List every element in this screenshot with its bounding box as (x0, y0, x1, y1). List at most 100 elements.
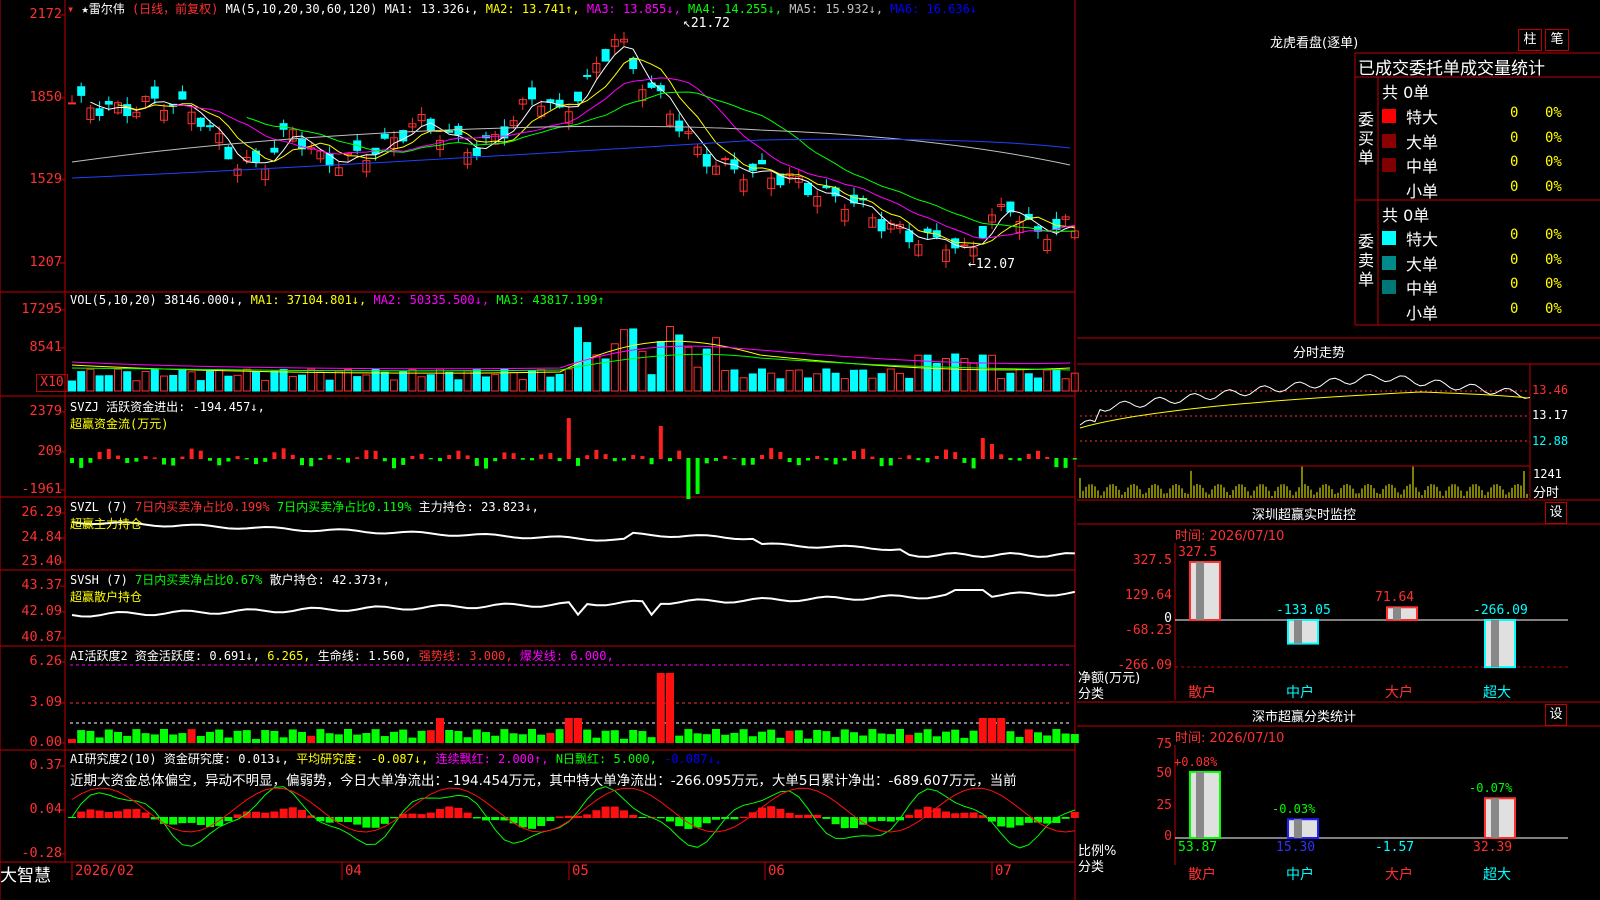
svzj-bar (254, 458, 258, 465)
volume-bar (206, 370, 214, 392)
lhb-row-name: 小单 (1406, 303, 1439, 323)
volume-bar (270, 370, 279, 392)
svzj-bar (180, 456, 185, 459)
svzj-bar (962, 458, 967, 463)
ai-active-bar (868, 729, 877, 743)
ai-research-bar (546, 817, 555, 822)
axis-label: 26.29 (21, 504, 62, 520)
ai-research-bar (629, 814, 638, 818)
ai-active-bar (886, 734, 895, 743)
volume-bar (123, 371, 132, 392)
ai-active-bar (620, 738, 628, 743)
monitor-bar-shade (1393, 607, 1401, 620)
ai-active-bar (279, 737, 288, 743)
volume-bar (298, 374, 306, 392)
lhb-row-count: 0 (1510, 129, 1519, 146)
ai-research-bar (583, 814, 592, 818)
ai-research-bar (997, 817, 1006, 827)
svzj-bar (70, 458, 74, 463)
ai-research-bar (730, 817, 739, 820)
ma-values: MA1: 13.326↓, MA2: 13.741↑, MA3: 13.855↓… (385, 2, 977, 16)
monitor-bar-label: 71.64 (1375, 590, 1415, 606)
ai-active-bar (242, 730, 251, 743)
ai-active-bar (951, 729, 960, 743)
ai-active-bar (794, 730, 803, 743)
svzj-bar (171, 458, 176, 466)
ai-active-bar (325, 733, 334, 743)
monitor-category: 中户 (1286, 685, 1314, 701)
candle (68, 102, 76, 105)
ai-research-bar (555, 816, 564, 818)
volume-bar (334, 370, 343, 392)
ai-active-bar (528, 729, 536, 743)
ai-research-bar (491, 817, 500, 821)
svzj-bar (732, 458, 737, 460)
monitor-bar (1484, 619, 1516, 669)
lhb-row-count: 0 (1510, 300, 1519, 317)
ai-active-bar (647, 737, 656, 743)
ai-research-bar (951, 813, 960, 818)
volume-bar (951, 353, 960, 392)
volume-bar (482, 376, 490, 392)
classify-pct-label: -0.03% (1272, 802, 1316, 817)
ai-research-bar (1015, 817, 1024, 826)
bar-mode-button[interactable]: 柱 (1518, 29, 1542, 51)
volume-bar (436, 368, 444, 392)
brand-logo: 大智慧 (0, 866, 51, 886)
svzj-bar (668, 458, 672, 462)
candle (196, 117, 205, 127)
lhb-row-name: 小单 (1406, 181, 1439, 201)
classify-title: 深市超赢分类统计 (1252, 710, 1357, 725)
lhb-row-pct: 0% (1545, 178, 1562, 195)
candle (178, 91, 187, 100)
svzj-bar (309, 458, 314, 467)
volume-bar (187, 371, 196, 392)
ai-research-bar (77, 811, 86, 818)
svzj-bar (502, 452, 507, 459)
classify-settings-button[interactable]: 设 (1545, 704, 1567, 726)
svzl-ratio-a: 7日内买卖净占比0.199% (135, 500, 270, 514)
ai-active-bar (905, 734, 914, 743)
ai-research-bar (353, 817, 362, 825)
monitor-time: 时间: 2026/07/10 (1175, 529, 1285, 544)
classify-axis-label: 50 (1156, 766, 1172, 781)
ai-active-bar (1024, 729, 1033, 743)
ai-research-bar (104, 811, 113, 818)
ai-research-bar (408, 813, 417, 818)
ai-active-bar (316, 729, 325, 743)
ai-research-bar (252, 811, 260, 818)
lhb-row-pct: 0% (1545, 300, 1562, 317)
volume-bar (445, 371, 454, 392)
svzj-bar (88, 458, 93, 463)
intraday-title: 分时走势 (1293, 346, 1346, 361)
ai-active-bar (1015, 736, 1024, 743)
ai-active-bar (500, 729, 509, 743)
svzj-bar (631, 455, 636, 459)
monitor-settings-button[interactable]: 设 (1545, 502, 1567, 524)
svsh-ratio: 7日内买卖净占比0.67% (135, 573, 263, 587)
monitor-axis-label: -68.23 (1125, 623, 1172, 638)
monitor-category: 大户 (1385, 685, 1413, 701)
svzj-bar (622, 458, 626, 461)
svzj-bar (226, 458, 231, 462)
volume-bar (150, 368, 159, 392)
vol-unit-badge: X10 (36, 374, 68, 392)
svzj-bar (539, 454, 544, 459)
pen-mode-button[interactable]: 笔 (1545, 29, 1569, 51)
axis-label: 6.26 (29, 653, 62, 669)
svzj-bar (143, 456, 148, 459)
ai-research-bar (905, 814, 914, 818)
ai-active-bar (675, 735, 684, 743)
axis-label: 42.09 (21, 603, 62, 619)
ai-research-bar (224, 817, 233, 822)
ai-research-bar (132, 808, 141, 818)
monitor-axis-label: 327.5 (1132, 553, 1172, 568)
ai-active-bar (77, 730, 86, 743)
ai-research-bar (942, 811, 950, 818)
candle (325, 153, 334, 166)
legend-swatch (1382, 231, 1396, 245)
ai-active-bar (776, 737, 785, 743)
classify-bar (1484, 797, 1516, 839)
ai-active-bar (997, 718, 1006, 743)
ma-value: MA1: 13.326↓, (384, 2, 479, 16)
